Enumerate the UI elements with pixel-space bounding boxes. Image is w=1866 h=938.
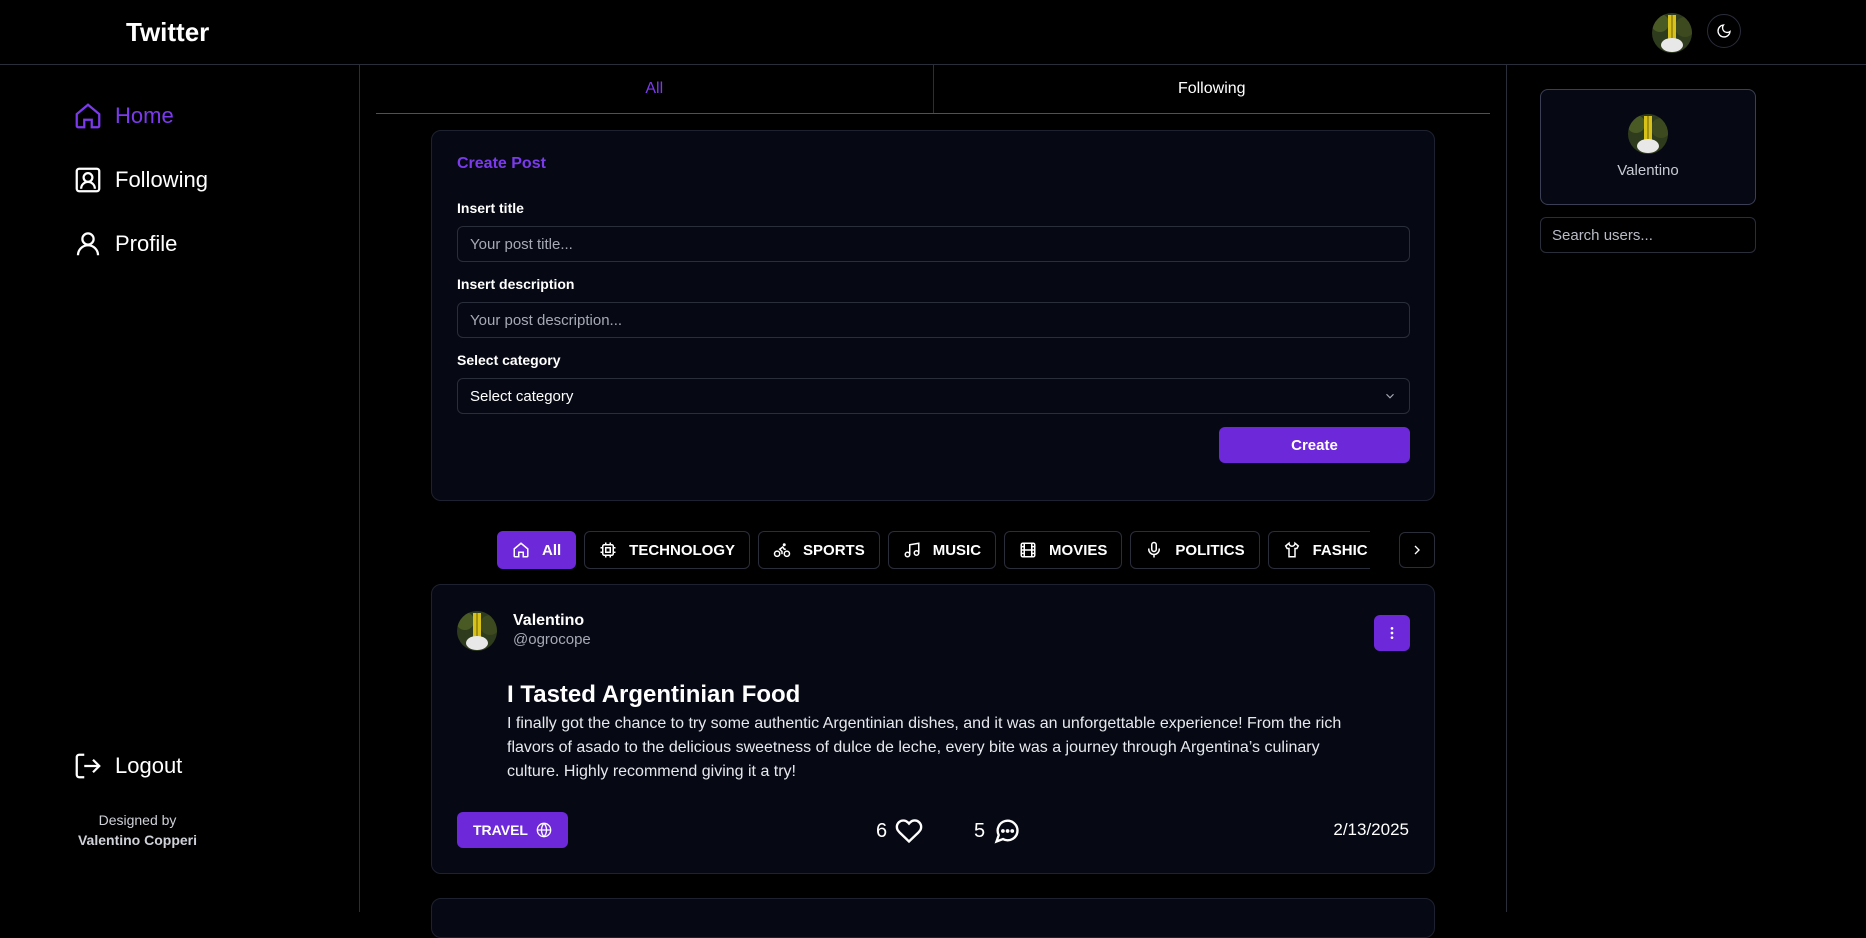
author-name[interactable]: Valentino <box>513 612 584 630</box>
logout-icon <box>75 753 101 779</box>
contact-icon <box>75 167 101 193</box>
sidebar-item-label: Home <box>115 103 174 128</box>
sidebar-item-profile[interactable]: Profile <box>73 229 177 259</box>
globe-icon <box>536 822 552 838</box>
sidebar-item-following[interactable]: Following <box>73 165 208 195</box>
category-chip-music[interactable]: MUSIC <box>887 531 997 569</box>
more-vertical-icon <box>1390 627 1394 639</box>
logout-button[interactable]: Logout <box>73 751 182 781</box>
profile-avatar <box>1628 114 1668 154</box>
category-select-value: Select category <box>470 387 574 405</box>
feed-tabs: All Following <box>376 65 1490 114</box>
heart-icon <box>895 819 923 844</box>
theme-toggle-button[interactable] <box>1707 14 1741 48</box>
cpu-icon <box>600 542 616 558</box>
chip-label: FASHIC <box>1312 541 1368 559</box>
post-description-input[interactable] <box>457 302 1410 338</box>
author-avatar[interactable] <box>457 611 497 651</box>
comment-button[interactable]: 5 <box>974 817 1021 845</box>
post-date: 2/13/2025 <box>1333 820 1409 839</box>
user-icon <box>76 232 100 256</box>
message-circle-icon <box>994 819 1019 844</box>
app-title[interactable]: Twitter <box>126 17 209 48</box>
description-label: Insert description <box>457 276 575 292</box>
designed-by-text: Designed by <box>98 812 177 828</box>
right-sidebar: Valentino <box>1506 65 1866 912</box>
film-icon <box>1020 542 1036 558</box>
profile-card[interactable]: Valentino <box>1540 89 1756 205</box>
tab-all[interactable]: All <box>376 65 934 113</box>
designer-credit: Designed by Valentino Copperi <box>0 810 275 850</box>
shirt-icon <box>1284 541 1299 558</box>
profile-name: Valentino <box>1617 162 1679 179</box>
post-title: I Tasted Argentinian Food <box>507 681 801 708</box>
mic-icon <box>1148 541 1161 558</box>
category-chip-sports[interactable]: SPORTS <box>758 531 880 569</box>
category-chip-movies[interactable]: MOVIES <box>1004 531 1123 569</box>
post-category-tag[interactable]: TRAVEL <box>457 812 568 848</box>
post-card: Valentino @ogrocope I Tasted Argentinian… <box>431 584 1435 874</box>
category-label: Select category <box>457 352 561 368</box>
chevron-right-icon <box>1414 545 1420 555</box>
logout-label: Logout <box>115 753 183 778</box>
post-menu-button[interactable] <box>1374 615 1410 651</box>
next-post-card <box>431 898 1435 938</box>
top-bar: Twitter <box>0 0 1866 65</box>
user-avatar[interactable] <box>1652 13 1692 53</box>
chip-label: MOVIES <box>1049 541 1108 559</box>
home-icon <box>513 542 529 558</box>
bike-icon <box>773 543 791 558</box>
create-post-title: Create Post <box>457 155 546 172</box>
sidebar-item-home[interactable]: Home <box>73 101 174 131</box>
designer-name: Valentino Copperi <box>77 832 197 848</box>
title-label: Insert title <box>457 200 524 216</box>
chip-label: All <box>542 541 562 559</box>
category-chip-fashion[interactable]: FASHIC <box>1267 531 1370 569</box>
category-chip-all[interactable]: All <box>497 531 577 569</box>
music-icon <box>904 542 920 558</box>
chip-label: MUSIC <box>932 541 982 559</box>
tab-following[interactable]: Following <box>934 65 1491 113</box>
author-handle: @ogrocope <box>513 631 591 648</box>
search-users-input[interactable] <box>1540 217 1756 253</box>
category-scroll-right-button[interactable] <box>1399 532 1435 568</box>
chip-label: TECHNOLOGY <box>629 541 736 559</box>
tag-label: TRAVEL <box>473 822 528 838</box>
moon-icon <box>1717 24 1731 38</box>
create-button[interactable]: Create <box>1219 427 1410 463</box>
left-sidebar: Home Following Profile Logout Designed b… <box>0 65 360 912</box>
post-title-input[interactable] <box>457 226 1410 262</box>
sidebar-item-label: Profile <box>115 231 178 256</box>
like-button[interactable]: 6 <box>876 817 923 845</box>
chip-label: POLITICS <box>1175 541 1245 559</box>
comment-count: 5 <box>974 819 986 842</box>
post-description: I finally got the chance to try some aut… <box>507 715 1342 780</box>
chevron-down-icon <box>1386 393 1394 399</box>
sidebar-item-label: Following <box>115 167 208 192</box>
chip-label: SPORTS <box>803 541 865 559</box>
category-filter: All TECHNOLOGY SPORTS MUSIC MOVIES POLIT… <box>497 531 1370 569</box>
like-count: 6 <box>876 819 888 842</box>
home-icon <box>75 103 101 129</box>
create-post-card: Create Post Insert title Insert descript… <box>431 130 1435 501</box>
category-chip-politics[interactable]: POLITICS <box>1130 531 1260 569</box>
category-chip-technology[interactable]: TECHNOLOGY <box>584 531 751 569</box>
category-select[interactable]: Select category <box>457 378 1410 414</box>
